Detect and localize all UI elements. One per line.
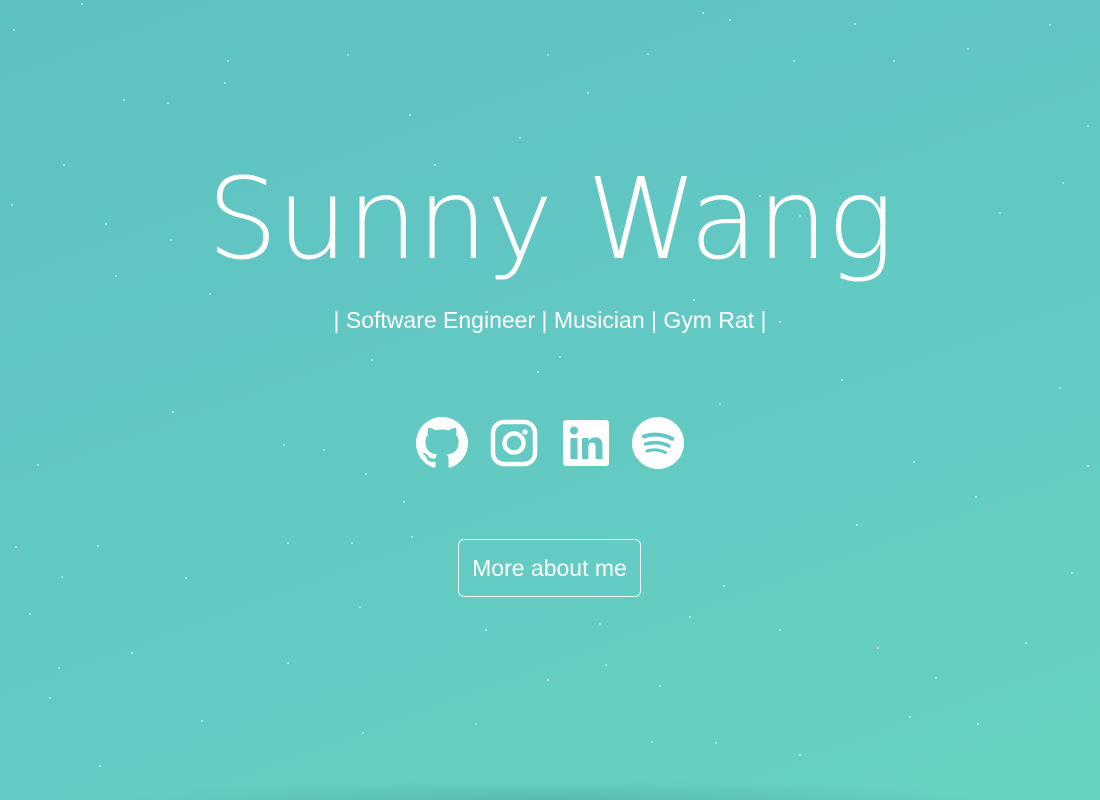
instagram-icon	[490, 419, 538, 467]
instagram-link[interactable]	[488, 414, 540, 472]
github-icon	[416, 417, 468, 468]
hero-name: Sunny Wang	[206, 155, 894, 285]
linkedin-icon	[563, 420, 609, 466]
hero-section: Sunny Wang | Software Engineer | Musicia…	[0, 0, 1100, 800]
social-links	[0, 414, 1100, 472]
spotify-icon	[632, 417, 684, 469]
more-about-me-button[interactable]: More about me	[458, 539, 641, 597]
spotify-link[interactable]	[632, 414, 684, 472]
linkedin-link[interactable]	[560, 414, 612, 472]
github-link[interactable]	[416, 414, 468, 472]
hero-tagline: | Software Engineer | Musician | Gym Rat…	[333, 307, 767, 333]
